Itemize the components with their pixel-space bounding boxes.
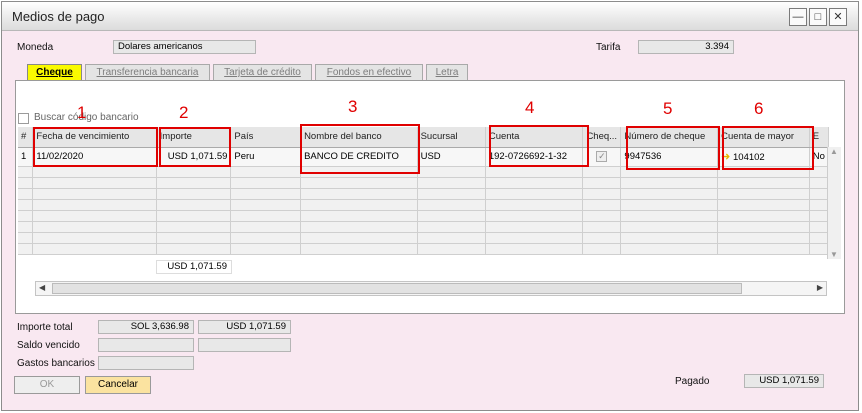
tab-fondos[interactable]: Fondos en efectivo bbox=[315, 64, 423, 80]
col-header-pais[interactable]: País bbox=[230, 127, 302, 148]
scroll-left-icon[interactable]: ◀ bbox=[39, 283, 45, 292]
moneda-label: Moneda bbox=[17, 42, 54, 53]
annotation-number-1: 1 bbox=[77, 103, 87, 122]
cell-pais[interactable]: Peru bbox=[230, 147, 302, 167]
search-checkbox[interactable] bbox=[18, 113, 29, 124]
annotation-box-4 bbox=[489, 125, 589, 167]
saldo-vencido-field bbox=[98, 338, 194, 352]
ok-button[interactable]: OK bbox=[14, 376, 80, 394]
grid-horizontal-scrollbar[interactable]: ◀ ▶ bbox=[35, 281, 827, 296]
moneda-field[interactable]: Dolares americanos bbox=[113, 40, 256, 54]
scroll-up-icon[interactable]: ▲ bbox=[830, 147, 838, 156]
gastos-bancarios-field[interactable] bbox=[98, 356, 194, 370]
payment-methods-window: Medios de pago — □ ✕ Moneda Dolares amer… bbox=[1, 1, 859, 411]
tarifa-label: Tarifa bbox=[596, 42, 621, 53]
cell-sucursal[interactable]: USD bbox=[417, 147, 486, 167]
close-button[interactable]: ✕ bbox=[829, 8, 847, 26]
window-title: Medios de pago bbox=[12, 9, 105, 24]
annotation-box-3 bbox=[300, 124, 420, 174]
minimize-button[interactable]: — bbox=[789, 8, 807, 26]
pagado-label: Pagado bbox=[675, 376, 710, 387]
annotation-number-3: 3 bbox=[348, 97, 358, 116]
saldo-vencido-field-2 bbox=[198, 338, 291, 352]
annotation-number-2: 2 bbox=[179, 103, 189, 122]
annotation-number-4: 4 bbox=[525, 98, 535, 117]
scroll-right-icon[interactable]: ▶ bbox=[817, 283, 823, 292]
annotation-box-2 bbox=[159, 127, 231, 167]
tab-letra[interactable]: Letra bbox=[426, 64, 468, 80]
importe-total-sol-field: SOL 3,636.98 bbox=[98, 320, 194, 334]
tab-transferencia[interactable]: Transferencia bancaria bbox=[85, 64, 210, 80]
annotation-box-6 bbox=[722, 126, 814, 170]
maximize-button[interactable]: □ bbox=[809, 8, 827, 26]
annotation-box-5 bbox=[626, 126, 720, 170]
tarifa-field[interactable]: 3.394 bbox=[638, 40, 734, 54]
gastos-bancarios-label: Gastos bancarios bbox=[17, 358, 95, 369]
scroll-down-icon[interactable]: ▼ bbox=[830, 250, 838, 259]
pagado-field: USD 1,071.59 bbox=[744, 374, 824, 388]
annotation-number-5: 5 bbox=[663, 99, 673, 118]
importe-total-cell: USD 1,071.59 bbox=[156, 260, 232, 274]
importe-total-label: Importe total bbox=[17, 322, 73, 333]
title-bar: Medios de pago — □ ✕ bbox=[2, 2, 858, 31]
tab-cheque[interactable]: Cheque bbox=[27, 64, 82, 80]
col-header-sucursal[interactable]: Sucursal bbox=[417, 127, 486, 148]
col-header-index[interactable]: # bbox=[18, 127, 34, 148]
scroll-thumb[interactable] bbox=[52, 283, 742, 294]
cancel-button[interactable]: Cancelar bbox=[85, 376, 151, 394]
importe-total-usd-field: USD 1,071.59 bbox=[198, 320, 291, 334]
annotation-number-6: 6 bbox=[754, 99, 764, 118]
tab-tarjeta[interactable]: Tarjeta de crédito bbox=[213, 64, 312, 80]
cell-index: 1 bbox=[18, 147, 34, 167]
saldo-vencido-label: Saldo vencido bbox=[17, 340, 80, 351]
cheque-checkbox[interactable]: ✓ bbox=[596, 151, 608, 162]
annotation-box-1 bbox=[33, 127, 158, 167]
grid-vertical-scrollbar[interactable]: ▲ ▼ bbox=[827, 147, 841, 259]
